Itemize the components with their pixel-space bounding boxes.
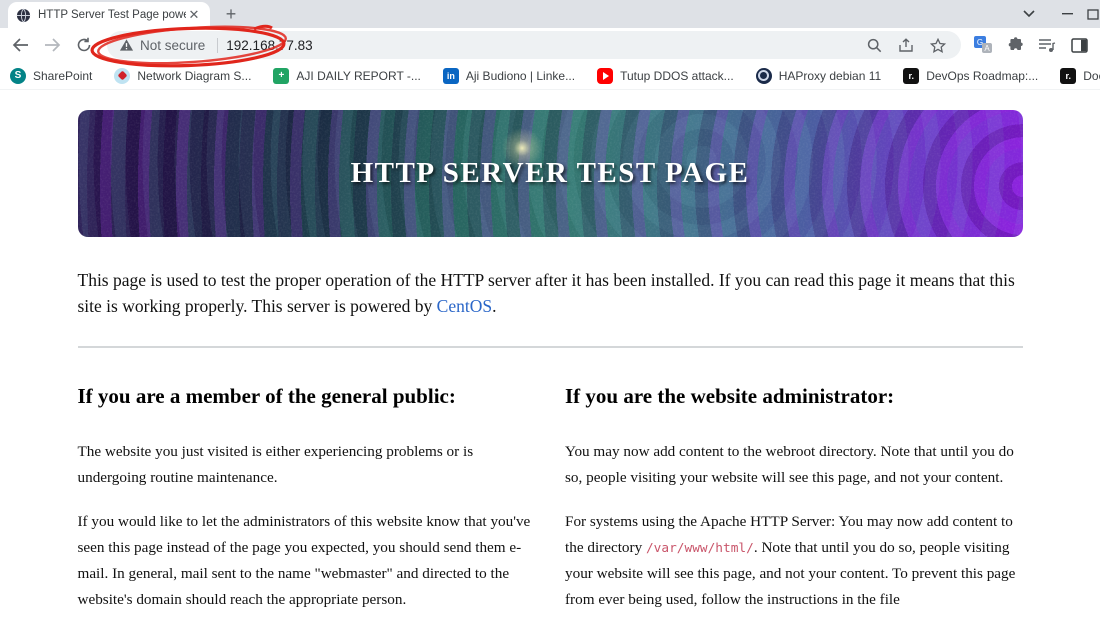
tab-search-chevron-icon[interactable] xyxy=(1010,0,1048,28)
reload-icon[interactable] xyxy=(71,32,97,58)
sharepoint-icon: S xyxy=(10,67,26,84)
bookmark-star-icon[interactable] xyxy=(925,32,951,58)
tab-strip: HTTP Server Test Page powered ✕ + xyxy=(0,0,1100,28)
search-icon[interactable] xyxy=(861,32,887,58)
general-public-column: If you are a member of the general publi… xyxy=(78,348,536,619)
paragraph: For systems using the Apache HTTP Server… xyxy=(565,509,1023,619)
paragraph: The website you just visited is either e… xyxy=(77,442,474,486)
administrator-heading: If you are the website administrator: xyxy=(565,383,895,408)
bookmarks-bar: S SharePoint Network Diagram S... + AJI … xyxy=(0,62,1100,90)
linkedin-icon: in xyxy=(442,67,459,84)
new-tab-button[interactable]: + xyxy=(218,1,244,27)
minimize-button[interactable] xyxy=(1048,0,1086,28)
web-page-content: HTTP SERVER TEST PAGE This page is used … xyxy=(0,110,1100,619)
security-label: Not secure xyxy=(140,37,206,53)
extensions-puzzle-icon[interactable] xyxy=(1001,32,1029,58)
svg-text:A: A xyxy=(984,44,990,53)
roadmap-icon: r. xyxy=(903,67,920,84)
bookmark-youtube-ddos[interactable]: Tutup DDOS attack... xyxy=(597,67,734,84)
forward-icon[interactable] xyxy=(39,32,65,58)
url-text[interactable]: 192.168.77.83 xyxy=(226,38,312,53)
back-icon[interactable] xyxy=(7,32,33,58)
browser-tab[interactable]: HTTP Server Test Page powered ✕ xyxy=(8,2,210,28)
administrator-column: If you are the website administrator: Yo… xyxy=(565,348,1023,619)
bookmark-linkedin[interactable]: in Aji Budiono | Linke... xyxy=(442,67,575,84)
centos-link[interactable]: CentOS xyxy=(437,296,492,316)
paragraph: If you would like to let the administrat… xyxy=(77,513,531,608)
address-bar[interactable]: Not secure 192.168.77.83 xyxy=(107,31,961,59)
intro-paragraph: This page is used to test the proper ope… xyxy=(77,270,1015,316)
omnibox-divider xyxy=(217,37,219,53)
media-controls-icon[interactable] xyxy=(1033,32,1061,58)
bookmark-network-diagram[interactable]: Network Diagram S... xyxy=(114,67,251,84)
google-sheets-icon: + xyxy=(273,67,290,84)
roadmap-icon: r. xyxy=(1060,67,1077,84)
not-secure-warning-icon xyxy=(119,39,134,51)
tab-title: HTTP Server Test Page powered xyxy=(38,9,186,21)
share-icon[interactable] xyxy=(893,32,919,58)
paragraph: You may now add content to the webroot d… xyxy=(565,442,1014,486)
globe-favicon-icon xyxy=(16,8,31,22)
tab-close-icon[interactable]: ✕ xyxy=(186,7,202,23)
apache-docroot-path: /var/www/html/ xyxy=(645,541,754,557)
browser-toolbar: Not secure 192.168.77.83 G A xyxy=(0,28,1100,62)
maximize-button[interactable] xyxy=(1086,0,1100,28)
general-public-heading: If you are a member of the general publi… xyxy=(77,383,456,408)
bookmark-sharepoint[interactable]: S SharePoint xyxy=(10,67,92,84)
bookmark-haproxy[interactable]: HAProxy debian 11 xyxy=(755,67,881,84)
bookmark-docker-roadmap[interactable]: r. Docker Roadmap -... xyxy=(1060,67,1100,84)
page-title: HTTP SERVER TEST PAGE xyxy=(350,157,750,189)
haproxy-icon xyxy=(755,67,772,84)
google-translate-icon[interactable]: G A xyxy=(969,32,997,58)
youtube-icon xyxy=(597,67,614,84)
bookmark-devops-roadmap[interactable]: r. DevOps Roadmap:... xyxy=(903,67,1038,84)
bookmark-aji-daily-report[interactable]: + AJI DAILY REPORT -... xyxy=(273,67,421,84)
test-page-banner: HTTP SERVER TEST PAGE xyxy=(77,110,1023,237)
side-panel-icon[interactable] xyxy=(1065,32,1093,58)
network-diagram-icon xyxy=(114,67,131,84)
